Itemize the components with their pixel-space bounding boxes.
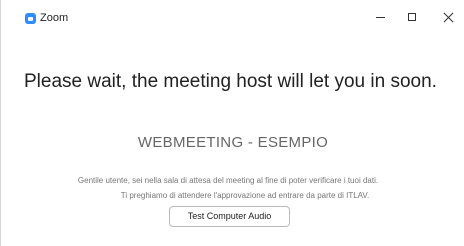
waiting-message: Gentile utente, sei nella sala di attesa… <box>1 173 464 203</box>
zoom-waiting-room-window: Zoom Please wait, the meeting host will … <box>0 0 464 246</box>
test-computer-audio-button[interactable]: Test Computer Audio <box>169 206 290 227</box>
title-bar: Zoom <box>1 0 464 34</box>
waiting-heading: Please wait, the meeting host will let y… <box>24 71 437 92</box>
message-line: Gentile utente, sei nella sala di attesa… <box>77 176 379 185</box>
minimize-icon <box>375 16 385 18</box>
minimize-button[interactable] <box>367 6 393 28</box>
close-button[interactable] <box>435 6 461 28</box>
window-title: Zoom <box>40 12 69 24</box>
zoom-logo-icon <box>25 13 36 24</box>
meeting-name: WEBMEETING - ESEMPIO <box>137 134 329 151</box>
message-line: Ti preghiamo di attendere l'approvazione… <box>120 191 370 200</box>
maximize-button[interactable] <box>399 6 425 28</box>
maximize-icon <box>408 13 416 21</box>
close-icon <box>443 12 454 23</box>
